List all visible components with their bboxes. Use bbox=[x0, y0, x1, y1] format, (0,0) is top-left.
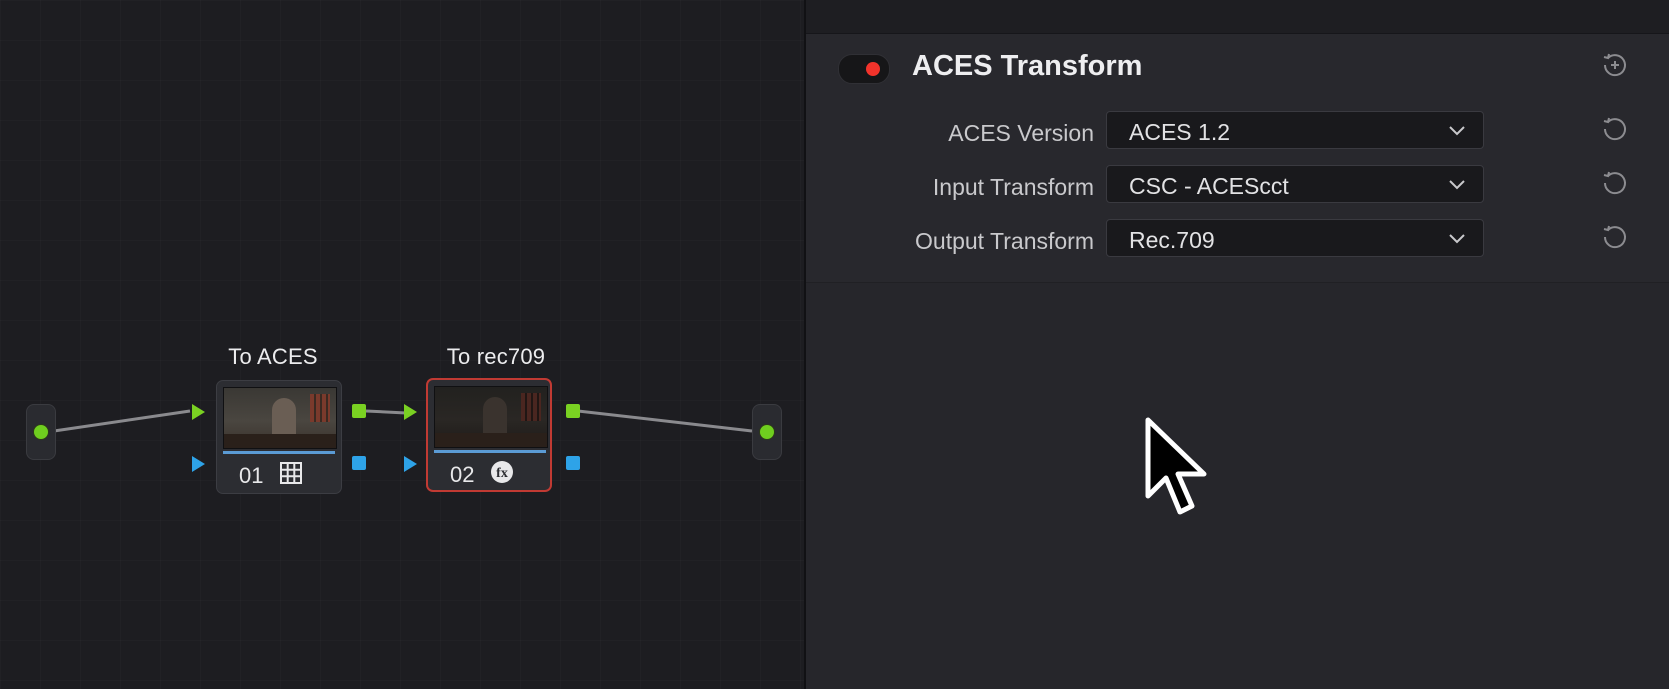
node-01-number: 01 bbox=[239, 463, 264, 488]
node-02-rgb-input[interactable] bbox=[404, 404, 417, 420]
aces-version-value: ACES 1.2 bbox=[1129, 119, 1230, 145]
toggle-knob bbox=[866, 62, 880, 76]
output-transform-dropdown[interactable]: Rec.709 bbox=[1106, 219, 1484, 257]
input-transform-dropdown[interactable]: CSC - ACEScct bbox=[1106, 165, 1484, 203]
reset-icon[interactable] bbox=[1600, 168, 1630, 198]
output-transform-value: Rec.709 bbox=[1129, 227, 1215, 253]
node-02-rgb-output[interactable] bbox=[566, 404, 580, 418]
effect-enable-toggle[interactable] bbox=[838, 54, 890, 84]
wire-source-to-node-01 bbox=[53, 409, 191, 433]
wire-node-02-to-output bbox=[577, 409, 753, 433]
node-01-key-input[interactable] bbox=[192, 456, 205, 472]
reset-icon[interactable] bbox=[1600, 222, 1630, 252]
chevron-down-icon bbox=[1449, 234, 1465, 244]
aces-transform-section: ACES Transform ACES Version ACES 1.2 Inp… bbox=[806, 34, 1669, 283]
node-01-rgb-output[interactable] bbox=[352, 404, 366, 418]
source-dot[interactable] bbox=[33, 424, 49, 440]
node-02-number: 02 bbox=[450, 462, 475, 487]
chevron-down-icon bbox=[1449, 126, 1465, 136]
aces-version-label: ACES Version bbox=[948, 120, 1094, 146]
node-02-key-input[interactable] bbox=[404, 456, 417, 472]
effect-title: ACES Transform bbox=[912, 50, 1143, 82]
node-01-label: To ACES bbox=[228, 344, 318, 369]
grid-icon bbox=[280, 462, 302, 484]
fx-icon: fx bbox=[491, 461, 513, 483]
node-01-status-bar bbox=[223, 451, 335, 454]
node-01-rgb-input[interactable] bbox=[192, 404, 205, 420]
svg-text:fx: fx bbox=[496, 466, 508, 481]
effect-panel: ACES Transform ACES Version ACES 1.2 Inp… bbox=[806, 0, 1669, 689]
input-transform-label: Input Transform bbox=[932, 174, 1094, 200]
reset-add-icon[interactable] bbox=[1600, 50, 1630, 80]
output-terminal[interactable] bbox=[752, 404, 782, 460]
node-02-status-bar bbox=[434, 450, 546, 453]
aces-version-dropdown[interactable]: ACES 1.2 bbox=[1106, 111, 1484, 149]
panel-topbar bbox=[806, 0, 1669, 34]
node-02-label: To rec709 bbox=[446, 344, 546, 369]
node-editor[interactable]: To ACES 01 To rec709 02 fx bbox=[0, 0, 804, 689]
node-01-thumbnail bbox=[223, 387, 337, 449]
arrow-pointer-icon bbox=[1145, 417, 1207, 515]
source-input-terminal[interactable] bbox=[26, 404, 56, 460]
node-01-key-output[interactable] bbox=[352, 456, 366, 470]
output-transform-label: Output Transform bbox=[915, 228, 1094, 254]
input-transform-value: CSC - ACEScct bbox=[1129, 173, 1289, 199]
node-02[interactable]: 02 fx bbox=[426, 378, 552, 492]
node-02-key-output[interactable] bbox=[566, 456, 580, 470]
output-dot[interactable] bbox=[759, 424, 775, 440]
node-wires bbox=[53, 409, 753, 433]
node-01[interactable]: 01 bbox=[216, 380, 342, 494]
node-02-thumbnail bbox=[434, 386, 548, 448]
reset-icon[interactable] bbox=[1600, 114, 1630, 144]
wire-node-01-to-node-02 bbox=[365, 409, 407, 415]
chevron-down-icon bbox=[1449, 180, 1465, 190]
